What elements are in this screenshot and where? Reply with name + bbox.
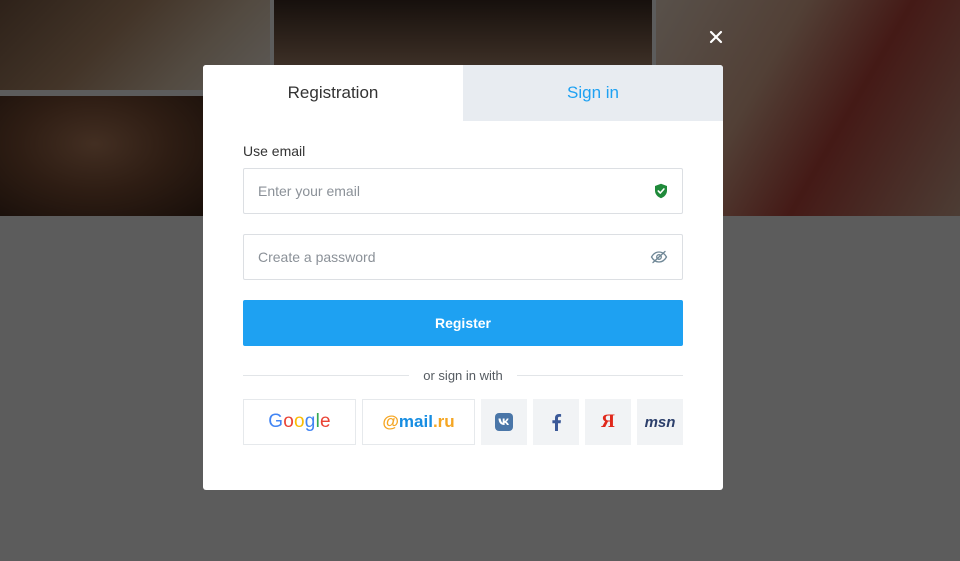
shield-check-icon [654, 183, 668, 199]
register-button[interactable]: Register [243, 300, 683, 346]
yandex-icon: Я [601, 411, 615, 432]
use-email-label: Use email [243, 143, 306, 159]
vk-login-button[interactable] [481, 399, 527, 445]
mailru-login-button[interactable]: @mail.ru [362, 399, 475, 445]
google-login-button[interactable]: Google [243, 399, 356, 445]
msn-login-button[interactable]: msn [637, 399, 683, 445]
yandex-login-button[interactable]: Я [585, 399, 631, 445]
registration-modal: Registration Sign in Use email Enter you… [203, 65, 723, 490]
social-login-buttons: Google @mail.ru Я msn [243, 399, 683, 445]
password-field[interactable] [244, 235, 682, 279]
eye-hidden-icon[interactable] [650, 250, 668, 264]
vk-icon [495, 413, 513, 431]
social-divider: or sign in with [243, 368, 684, 383]
divider-line [516, 375, 684, 376]
msn-icon: msn [644, 413, 676, 431]
facebook-icon [552, 414, 562, 431]
password-field-container [243, 234, 683, 280]
divider-text: or sign in with [423, 368, 503, 383]
mailru-logo: @mail.ru [382, 412, 455, 431]
tab-registration[interactable]: Registration [203, 65, 463, 121]
close-icon [709, 30, 723, 44]
google-logo: Google [268, 411, 331, 432]
close-button[interactable] [704, 25, 728, 49]
page: Registration Sign in Use email Enter you… [0, 0, 960, 561]
email-field-container [243, 168, 683, 214]
divider-line [243, 375, 410, 376]
registration-form: Use email Enter your email Register or s… [203, 121, 723, 445]
tab-sign-in[interactable]: Sign in [463, 65, 723, 121]
auth-tabs: Registration Sign in [203, 65, 723, 121]
email-field[interactable] [244, 169, 682, 213]
facebook-login-button[interactable] [533, 399, 579, 445]
